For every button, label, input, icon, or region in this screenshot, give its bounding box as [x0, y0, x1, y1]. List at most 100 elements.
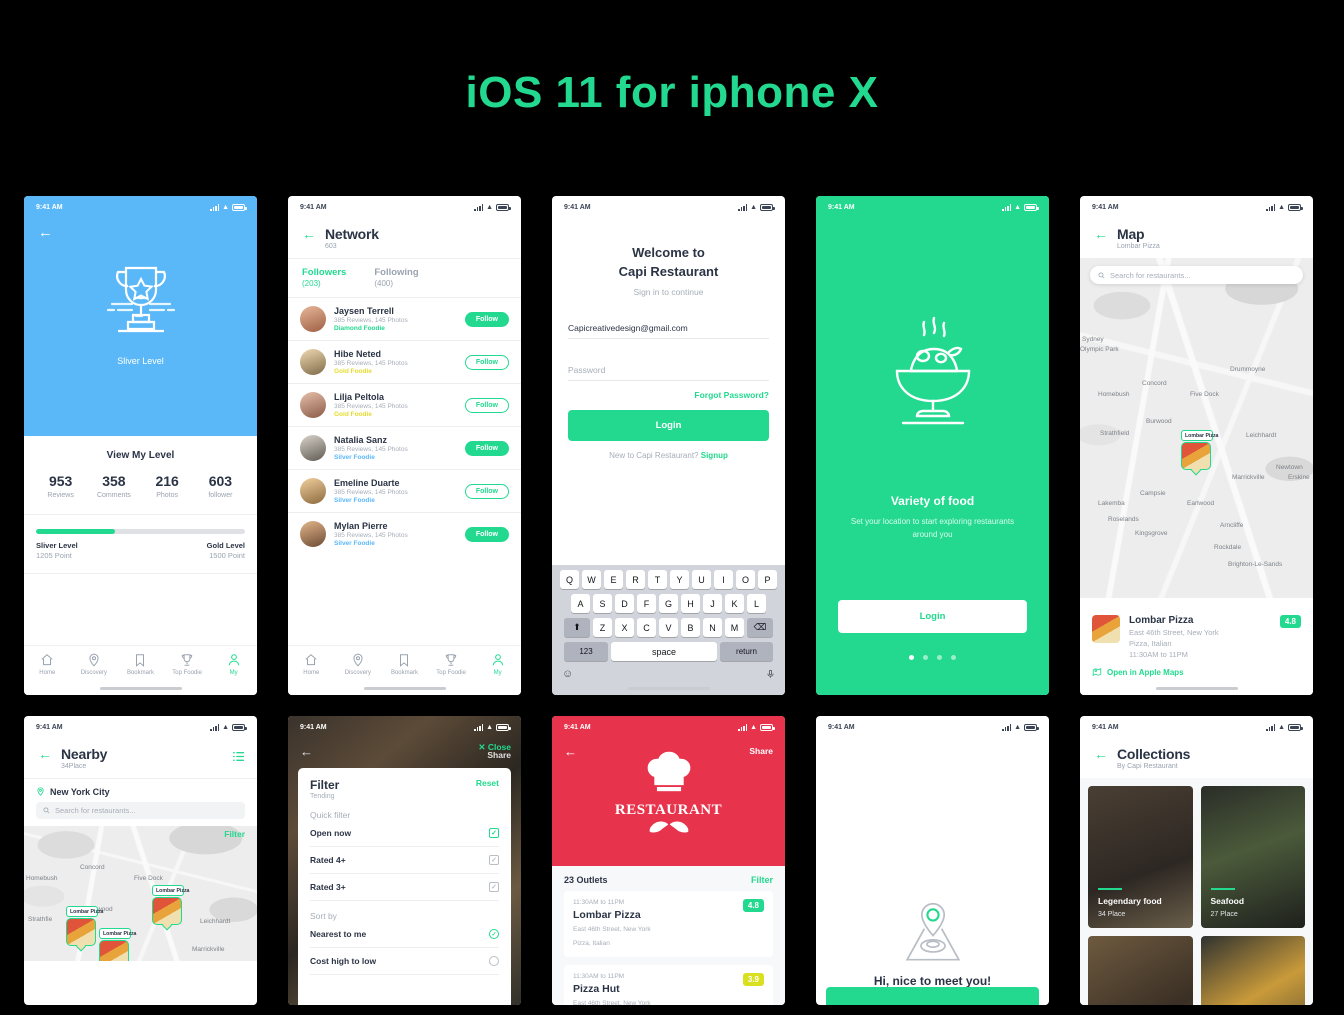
follow-button[interactable]: Follow	[464, 440, 509, 456]
tab-bookmark[interactable]: Bookmark	[117, 653, 164, 676]
close-button[interactable]: ✕ Close	[478, 742, 511, 753]
key-c[interactable]: C	[637, 618, 656, 637]
backspace-key[interactable]: ⌫	[747, 618, 773, 637]
key-l[interactable]: L	[747, 594, 766, 613]
tab-my[interactable]: My	[210, 653, 257, 676]
back-arrow-icon[interactable]: ←	[300, 744, 313, 759]
key-r[interactable]: R	[626, 570, 645, 589]
shift-key[interactable]: ⬆	[564, 618, 590, 637]
tab-followers[interactable]: Followers (203)	[302, 267, 346, 289]
list-item[interactable]: Natalia Sanz 385 Reviews, 145 Photos Sil…	[288, 427, 521, 469]
dot-4[interactable]	[951, 655, 956, 660]
dot-1[interactable]	[909, 655, 914, 660]
filter-option-rated-3[interactable]: Rated 3+ ✓	[310, 874, 499, 901]
forgot-password-link[interactable]: Forgot Password?	[568, 390, 769, 400]
radio-button[interactable]	[489, 956, 499, 966]
back-arrow-icon[interactable]: ←	[1094, 227, 1108, 241]
checkbox[interactable]: ✓	[489, 855, 499, 865]
back-arrow-icon[interactable]: ←	[302, 227, 316, 241]
key-b[interactable]: B	[681, 618, 700, 637]
tab-my[interactable]: My	[474, 653, 521, 676]
tab-following[interactable]: Following (400)	[374, 267, 418, 289]
login-button[interactable]: Login	[568, 409, 769, 441]
follow-button[interactable]: Follow	[464, 483, 509, 499]
key-x[interactable]: X	[615, 618, 634, 637]
search-input[interactable]: Search for restaurants...	[36, 802, 245, 819]
map-pin[interactable]: Lombar Pizza	[152, 885, 189, 925]
tab-discovery[interactable]: Discovery	[335, 653, 382, 676]
collection-card[interactable]: Legendary food 34 Place	[1088, 786, 1193, 928]
primary-action-button[interactable]	[826, 987, 1039, 1005]
follow-button[interactable]: Follow	[464, 354, 509, 370]
view-my-level[interactable]: View My Level	[24, 436, 257, 461]
restaurant-card[interactable]: Lombar Pizza East 46th Street, New York …	[1080, 605, 1313, 695]
key-d[interactable]: D	[615, 594, 634, 613]
key-k[interactable]: K	[725, 594, 744, 613]
map-pin[interactable]: Lombar Pizza	[66, 906, 103, 946]
key-z[interactable]: Z	[593, 618, 612, 637]
key-a[interactable]: A	[571, 594, 590, 613]
list-view-icon[interactable]	[232, 751, 245, 765]
filter-button[interactable]: Filter	[224, 829, 245, 839]
login-button[interactable]: Login	[838, 600, 1027, 633]
space-key[interactable]: space	[611, 642, 717, 661]
follow-button[interactable]: Follow	[464, 311, 509, 327]
list-item[interactable]: Mylan Pierre 385 Reviews, 145 Photos Sil…	[288, 513, 521, 555]
key-g[interactable]: G	[659, 594, 678, 613]
key-n[interactable]: N	[703, 618, 722, 637]
back-arrow-icon[interactable]: ←	[1094, 747, 1108, 761]
tab-bookmark[interactable]: Bookmark	[381, 653, 428, 676]
tab-discovery[interactable]: Discovery	[71, 653, 118, 676]
list-item[interactable]: Jaysen Terrell 385 Reviews, 145 Photos D…	[288, 298, 521, 340]
open-in-apple-maps-link[interactable]: Open in Apple Maps	[1092, 667, 1301, 677]
emoji-icon[interactable]: ☺	[562, 668, 573, 683]
dot-2[interactable]	[923, 655, 928, 660]
collection-card[interactable]: Seafood 27 Place	[1200, 786, 1305, 928]
list-item[interactable]: Emeline Duarte 385 Reviews, 145 Photos S…	[288, 470, 521, 512]
tab-top-foodie[interactable]: Top Foodie	[428, 653, 475, 676]
outlet-card[interactable]: 11:30AM to 11PM Pizza Hut East 46th Stre…	[564, 964, 773, 1005]
search-input[interactable]: Search for restaurants...	[1090, 266, 1303, 284]
tab-top-foodie[interactable]: Top Foodie	[164, 653, 211, 676]
sort-option-nearest[interactable]: Nearest to me ✓	[310, 921, 499, 948]
collection-card[interactable]	[1200, 936, 1305, 1005]
microphone-icon[interactable]	[766, 668, 775, 683]
key-s[interactable]: S	[593, 594, 612, 613]
reset-button[interactable]: Reset	[476, 778, 499, 788]
email-field[interactable]: Capicreativedesign@gmail.com	[568, 319, 769, 339]
back-arrow-icon[interactable]: ←	[38, 224, 53, 241]
key-o[interactable]: O	[736, 570, 755, 589]
numbers-key[interactable]: 123	[564, 642, 608, 661]
map-canvas[interactable]: Search for restaurants... Sydney Olympic…	[1080, 258, 1313, 598]
tab-home[interactable]: Home	[288, 653, 335, 676]
collection-card[interactable]	[1088, 936, 1193, 1005]
dot-3[interactable]	[937, 655, 942, 660]
return-key[interactable]: return	[720, 642, 773, 661]
filter-option-open-now[interactable]: Open now ✓	[310, 820, 499, 847]
filter-button[interactable]: Filter	[751, 875, 773, 885]
key-y[interactable]: Y	[670, 570, 689, 589]
radio-button[interactable]: ✓	[489, 929, 499, 939]
key-p[interactable]: P	[758, 570, 777, 589]
outlet-card[interactable]: 11:30AM to 11PM Lombar Pizza East 46th S…	[564, 891, 773, 957]
key-j[interactable]: J	[703, 594, 722, 613]
key-i[interactable]: I	[714, 570, 733, 589]
city-selector[interactable]: New York City	[24, 779, 257, 802]
password-field[interactable]: Password	[568, 361, 769, 381]
checkbox[interactable]: ✓	[489, 828, 499, 838]
list-item[interactable]: Hibe Neted 385 Reviews, 145 Photos Gold …	[288, 341, 521, 383]
key-h[interactable]: H	[681, 594, 700, 613]
key-u[interactable]: U	[692, 570, 711, 589]
follow-button[interactable]: Follow	[464, 397, 509, 413]
key-m[interactable]: M	[725, 618, 744, 637]
key-f[interactable]: F	[637, 594, 656, 613]
follow-button[interactable]: Follow	[464, 526, 509, 542]
key-v[interactable]: V	[659, 618, 678, 637]
filter-option-rated-4[interactable]: Rated 4+ ✓	[310, 847, 499, 874]
map-pin[interactable]: Lombar Pizza	[99, 928, 136, 961]
map-pin[interactable]: Lombar Pizza	[1181, 430, 1218, 470]
key-t[interactable]: T	[648, 570, 667, 589]
checkbox[interactable]: ✓	[489, 882, 499, 892]
map-canvas[interactable]: Filter Concord Homebush Five Dock Burwoo…	[24, 826, 257, 961]
back-arrow-icon[interactable]: ←	[38, 747, 52, 761]
